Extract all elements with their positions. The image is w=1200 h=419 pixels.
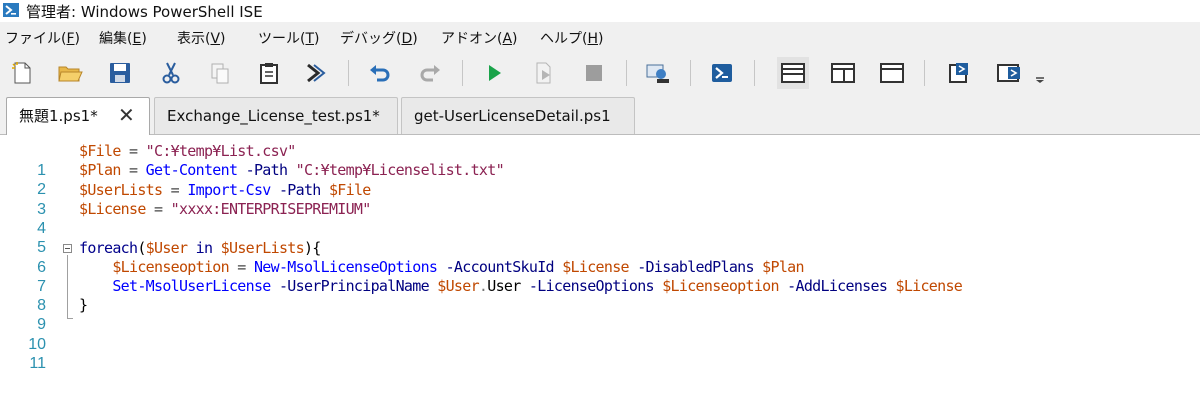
code-line: 8 Set-MsolUserLicense -UserPrincipalName… (0, 277, 1200, 314)
code-line: 7 $Licenseoption = New-MsolLicenseOption… (0, 258, 1200, 295)
toolbar-separator (690, 60, 691, 86)
paste-icon[interactable] (253, 57, 285, 89)
code-line: 9 } (0, 296, 1200, 333)
script-tab-strip: 無題1.ps1* ✕ Exchange_License_test.ps1* ge… (0, 94, 1200, 135)
code-line: 6 foreach($User in $UserLists){ (0, 239, 1200, 276)
tab-untitled1[interactable]: 無題1.ps1* ✕ (6, 97, 150, 135)
script-editor[interactable]: 1 $File = "C:¥temp¥List.csv" 2 $Plan = G… (0, 135, 1200, 419)
toolbar-separator (924, 60, 925, 86)
stop-icon[interactable] (578, 57, 610, 89)
code-line: 2 $Plan = Get-Content -Path "C:¥temp¥Lic… (0, 161, 1200, 198)
menu-tools[interactable]: ツール(T) (258, 28, 320, 48)
open-folder-icon[interactable] (54, 57, 86, 89)
command-addon-icon[interactable] (993, 57, 1025, 89)
run-icon[interactable] (478, 57, 510, 89)
toolbar-separator (462, 60, 463, 86)
script-pane-right-icon[interactable] (827, 57, 859, 89)
toolbar (0, 52, 1200, 94)
toolbar-separator (348, 60, 349, 86)
script-pane-maximized-icon[interactable] (876, 57, 908, 89)
title-bar: 管理者: Windows PowerShell ISE (0, 0, 1200, 22)
code-line: 4 $License = "xxxx:ENTERPRISEPREMIUM" (0, 200, 1200, 237)
run-selection-icon[interactable] (528, 57, 560, 89)
remote-powershell-icon[interactable] (642, 57, 674, 89)
toolbar-separator (626, 60, 627, 86)
cut-icon[interactable] (154, 57, 186, 89)
code-line: 11 (0, 335, 1200, 372)
code-line: 1 $File = "C:¥temp¥List.csv" (0, 142, 1200, 179)
menu-edit[interactable]: 編集(E) (99, 28, 147, 48)
powershell-ise-app-icon (3, 2, 19, 18)
menu-file[interactable]: ファイル(F) (5, 28, 80, 48)
toolbar-separator (754, 60, 755, 86)
tab-label: Exchange_License_test.ps1* (167, 107, 380, 125)
menu-view[interactable]: 表示(V) (177, 28, 226, 48)
close-icon[interactable]: ✕ (118, 97, 135, 133)
script-pane-top-icon[interactable] (777, 57, 809, 89)
tab-label: 無題1.ps1* (19, 107, 98, 125)
powershell-icon[interactable] (706, 57, 738, 89)
save-icon[interactable] (104, 57, 136, 89)
toolbar-overflow-icon[interactable] (1030, 57, 1050, 89)
window-title: 管理者: Windows PowerShell ISE (26, 3, 263, 21)
console-icon[interactable] (300, 57, 332, 89)
redo-icon[interactable] (414, 57, 446, 89)
menu-addons[interactable]: アドオン(A) (441, 28, 518, 48)
tab-label: get-UserLicenseDetail.ps1 (414, 107, 611, 125)
tab-get-userlicensedetail[interactable]: get-UserLicenseDetail.ps1 (401, 97, 635, 134)
show-script-pane-icon[interactable] (944, 57, 976, 89)
new-file-icon[interactable] (6, 57, 38, 89)
menu-bar: ファイル(F) 編集(E) 表示(V) ツール(T) デバッグ(D) アドオン(… (0, 22, 1200, 52)
code-line: 3 $UserLists = Import-Csv -Path $File (0, 181, 1200, 218)
code-line: 5 (0, 219, 1200, 256)
undo-icon[interactable] (364, 57, 396, 89)
tab-exchange-license-test[interactable]: Exchange_License_test.ps1* (154, 97, 398, 134)
line-number: 11 (29, 355, 46, 372)
menu-help[interactable]: ヘルプ(H) (540, 28, 603, 48)
code-line: 10 (0, 316, 1200, 353)
copy-icon[interactable] (204, 57, 236, 89)
menu-debug[interactable]: デバッグ(D) (340, 28, 418, 48)
